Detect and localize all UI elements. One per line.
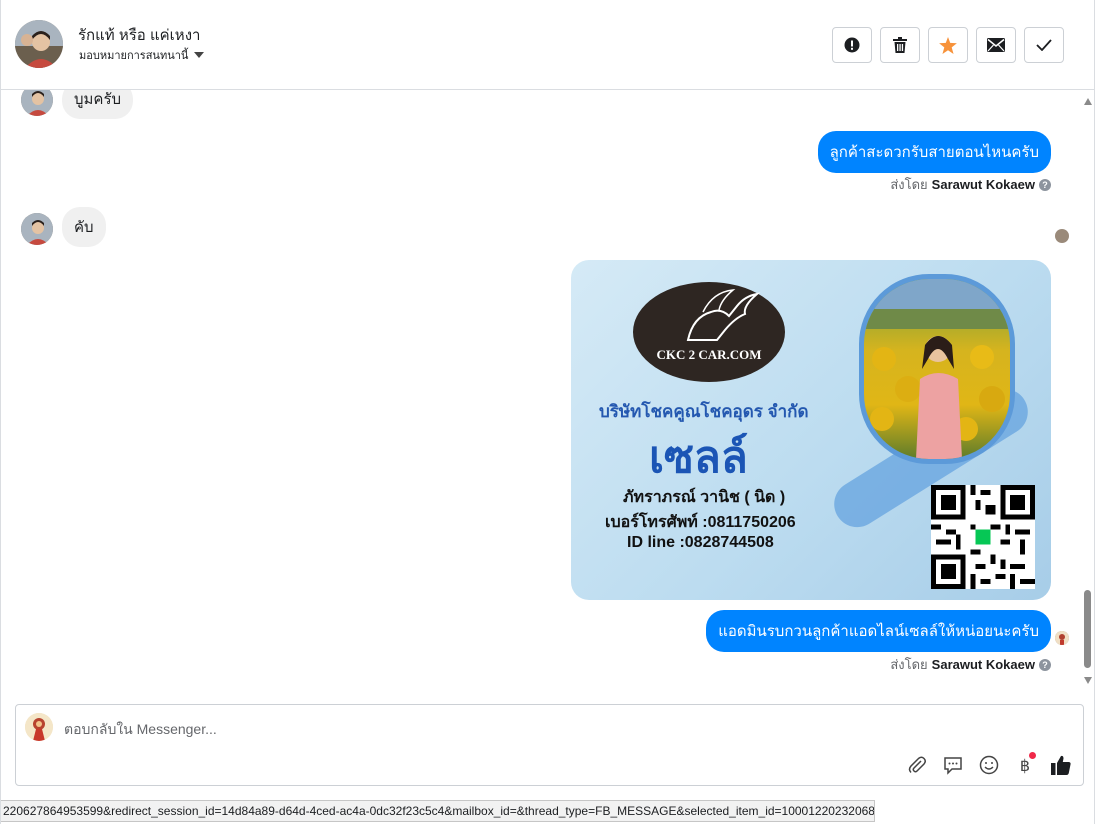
- message-bubble-incoming[interactable]: บูมครับ: [62, 90, 134, 119]
- card-line-id: ID line :0828744508: [627, 534, 774, 551]
- message-bubble-outgoing[interactable]: แอดมินรบกวนลูกค้าแอดไลน์เซลล์ให้หน่อยนะค…: [706, 610, 1051, 652]
- sent-by-name: Sarawut Kokaew: [931, 177, 1035, 192]
- card-phone: เบอร์โทรศัพท์ :0811750206: [605, 514, 796, 531]
- page-avatar: [25, 713, 53, 741]
- card-portrait-photo: [859, 274, 1015, 464]
- star-button[interactable]: [928, 27, 968, 63]
- saved-replies-button[interactable]: [941, 753, 965, 777]
- caret-down-icon: [194, 52, 205, 58]
- assign-conversation-dropdown[interactable]: มอบหมายการสนทนานี้: [79, 46, 205, 64]
- delete-button[interactable]: [880, 27, 920, 63]
- sent-by-label: ส่งโดย Sarawut Kokaew ?: [890, 654, 1051, 675]
- payment-button[interactable]: ฿: [1013, 752, 1037, 777]
- scroll-down-arrow-icon[interactable]: [1084, 677, 1092, 684]
- sender-avatar: [21, 213, 53, 245]
- card-role: เซลล์: [649, 433, 748, 482]
- emoji-icon: [979, 755, 999, 775]
- sent-by-prefix: ส่งโดย: [890, 657, 928, 672]
- sent-by-label: ส่งโดย Sarawut Kokaew ?: [890, 174, 1051, 195]
- message-thread[interactable]: บูมครับ ลูกค้าสะดวกรับสายตอนไหนครับ ส่งโ…: [1, 90, 1081, 696]
- scroll-up-arrow-icon[interactable]: [1084, 98, 1092, 105]
- scroll-thumb[interactable]: [1084, 590, 1091, 668]
- reply-input[interactable]: [64, 719, 964, 739]
- sent-by-name: Sarawut Kokaew: [931, 657, 1035, 672]
- paperclip-icon: [908, 756, 926, 774]
- composer-tools: ฿: [905, 752, 1073, 777]
- svg-text:฿: ฿: [1020, 756, 1030, 775]
- contact-name: รักแท้ หรือ แค่เหงา: [78, 27, 201, 44]
- attach-file-button[interactable]: [905, 753, 929, 777]
- line-qr-code: [931, 485, 1035, 589]
- message-bubble-outgoing[interactable]: ลูกค้าสะดวกรับสายตอนไหนครับ: [817, 131, 1051, 173]
- contact-avatar[interactable]: [15, 20, 63, 68]
- business-card-image[interactable]: CKC 2 CAR.COM บริษัทโชคคูณโชคอุดร จำกัด …: [571, 260, 1051, 600]
- mark-unread-button[interactable]: [976, 27, 1016, 63]
- emoji-button[interactable]: [977, 753, 1001, 777]
- trash-icon: [893, 37, 907, 53]
- seen-avatar: [1055, 229, 1069, 243]
- mark-done-button[interactable]: [1024, 27, 1064, 63]
- card-company-name: บริษัทโชคคูณโชคอุดร จำกัด: [599, 402, 809, 421]
- notification-dot: [1029, 752, 1036, 759]
- conversation-header: รักแท้ หรือ แค่เหงา มอบหมายการสนทนานี้: [1, 0, 1094, 90]
- browser-status-url: 220627864953599&redirect_session_id=14d8…: [1, 800, 875, 822]
- assign-label: มอบหมายการสนทนานี้: [79, 50, 189, 62]
- window-edge: [1094, 0, 1105, 824]
- message-bubble-incoming[interactable]: คับ: [62, 207, 106, 247]
- conversation-pane: รักแท้ หรือ แค่เหงา มอบหมายการสนทนานี้ บ…: [0, 0, 1105, 824]
- seen-avatar: [1055, 631, 1069, 645]
- mark-spam-button[interactable]: [832, 27, 872, 63]
- thumbs-up-icon: [1051, 755, 1071, 775]
- alert-icon: [844, 37, 860, 53]
- header-actions: [832, 27, 1064, 63]
- logo-text: CKC 2 CAR.COM: [656, 347, 762, 362]
- help-icon[interactable]: ?: [1039, 178, 1051, 191]
- envelope-icon: [987, 38, 1005, 52]
- reply-composer: ฿: [15, 704, 1084, 786]
- check-icon: [1036, 39, 1052, 51]
- help-icon[interactable]: ?: [1039, 658, 1051, 671]
- thread-scrollbar[interactable]: [1081, 90, 1094, 696]
- card-person-name: ภัทราภรณ์ วานิช ( นิด ): [623, 489, 786, 506]
- company-logo: CKC 2 CAR.COM: [633, 282, 785, 382]
- sent-by-prefix: ส่งโดย: [890, 177, 928, 192]
- star-icon: [939, 36, 957, 54]
- saved-reply-icon: [944, 757, 962, 775]
- sender-avatar: [21, 90, 53, 116]
- like-button[interactable]: [1049, 753, 1073, 777]
